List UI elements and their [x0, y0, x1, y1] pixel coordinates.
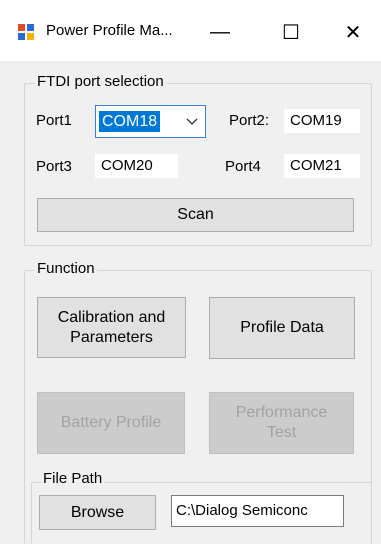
- calibration-label-line2: Parameters: [70, 328, 153, 346]
- scan-button-label: Scan: [177, 206, 214, 223]
- port1-combobox[interactable]: COM18: [95, 105, 206, 138]
- close-icon: ✕: [344, 21, 362, 44]
- port2-value: COM19: [284, 109, 360, 133]
- battery-profile-button[interactable]: Battery Profile: [37, 392, 185, 454]
- scan-button[interactable]: Scan: [37, 198, 354, 232]
- browse-button-label: Browse: [70, 503, 125, 521]
- file-path-input[interactable]: C:\Dialog Semiconc: [171, 495, 344, 527]
- minimize-icon: —: [210, 20, 230, 43]
- title-bar: Power Profile Ma... — ☐ ✕: [0, 0, 381, 61]
- browse-button[interactable]: Browse: [39, 495, 156, 530]
- port1-label: Port1: [36, 112, 72, 129]
- performance-label-line1: Performance: [235, 404, 328, 421]
- app-window-icon: [18, 24, 34, 40]
- window-title: Power Profile Ma...: [46, 22, 173, 39]
- port4-label: Port4: [225, 158, 261, 175]
- function-group-legend: Function: [35, 260, 97, 277]
- chevron-down-icon[interactable]: [185, 115, 199, 129]
- performance-label-line2: Test: [266, 424, 297, 441]
- profile-data-button[interactable]: Profile Data: [209, 297, 355, 359]
- minimize-button[interactable]: —: [197, 14, 243, 50]
- port2-label: Port2:: [229, 112, 270, 129]
- calibration-parameters-button[interactable]: Calibration and Parameters: [37, 297, 186, 358]
- profile-data-label: Profile Data: [240, 319, 324, 336]
- maximize-icon: ☐: [282, 21, 300, 44]
- port1-selected-value: COM18: [99, 111, 161, 132]
- performance-test-button[interactable]: Performance Test: [209, 392, 354, 454]
- port3-value: COM20: [95, 154, 178, 178]
- close-button[interactable]: ✕: [330, 14, 376, 50]
- calibration-label-line1: Calibration and: [57, 308, 166, 326]
- port3-label: Port3: [36, 158, 72, 175]
- ftdi-group-legend: FTDI port selection: [35, 73, 166, 90]
- file-path-group-legend: File Path: [41, 470, 105, 487]
- port4-value: COM21: [284, 154, 360, 178]
- maximize-button[interactable]: ☐: [268, 14, 314, 50]
- battery-profile-label: Battery Profile: [60, 414, 162, 431]
